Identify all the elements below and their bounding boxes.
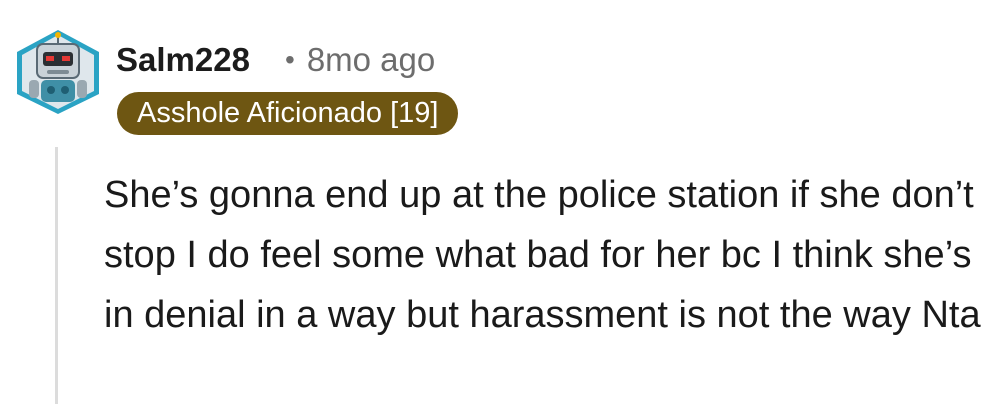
comment-author[interactable]: Salm228 — [116, 38, 250, 82]
user-flair: Asshole Aficionado [19] — [117, 92, 459, 135]
comment: Salm228 • 8mo ago Asshole Aficionado [19]… — [0, 0, 996, 404]
thread-line[interactable] — [55, 147, 58, 404]
comment-body: She’s gonna end up at the police station… — [104, 174, 981, 336]
avatar[interactable] — [13, 28, 103, 116]
comment-timestamp[interactable]: 8mo ago — [307, 41, 435, 78]
comment-meta: • 8mo ago — [285, 38, 435, 84]
meta-separator: • — [285, 44, 295, 75]
robot-avatar-icon — [17, 30, 99, 114]
